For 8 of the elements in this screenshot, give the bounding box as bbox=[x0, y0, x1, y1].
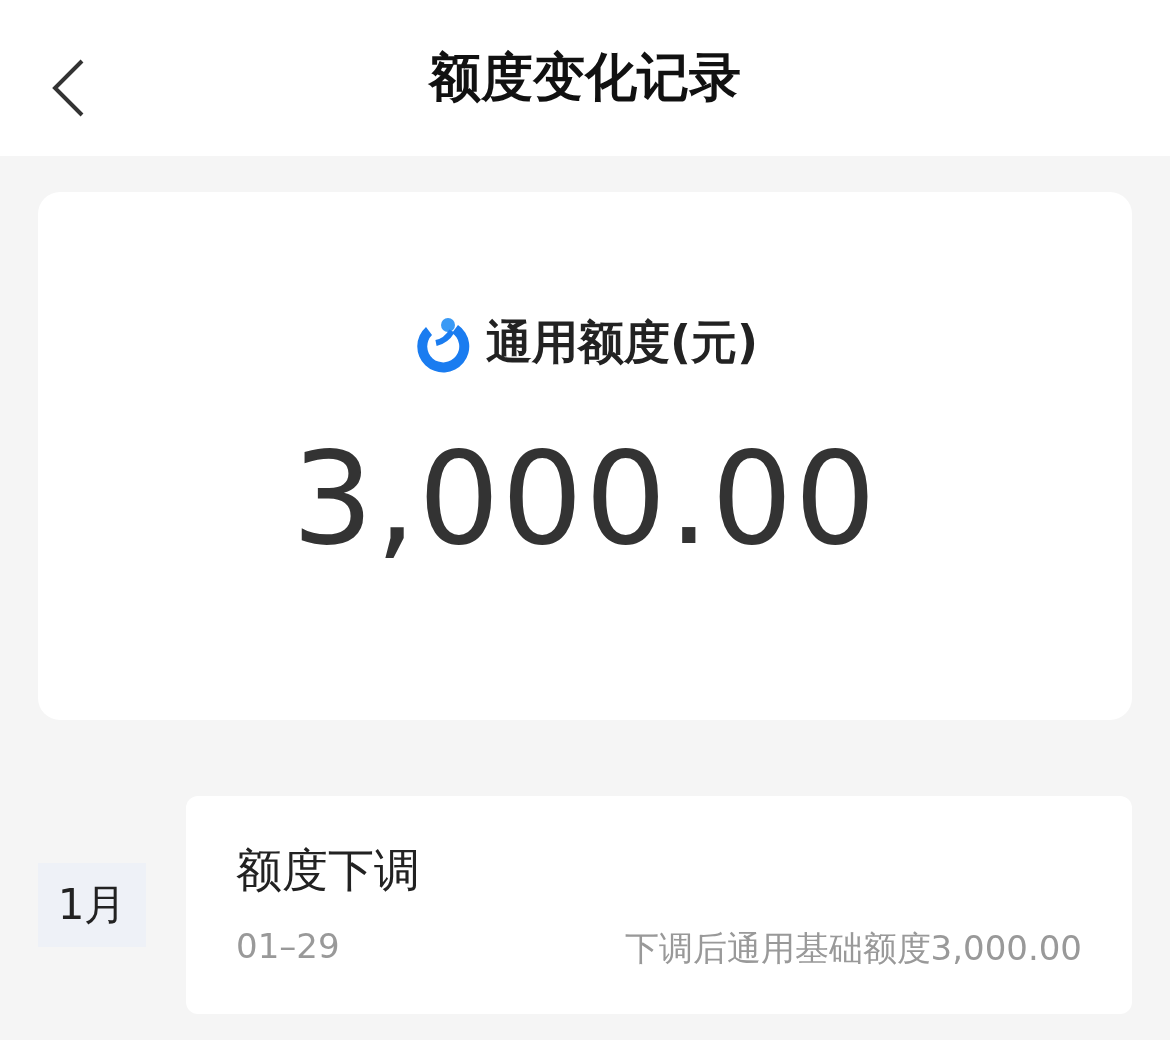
record-detail: 下调后通用基础额度3,000.00 bbox=[624, 927, 1082, 970]
quota-amount: 3,000.00 bbox=[292, 424, 878, 573]
month-label: 1月 bbox=[38, 863, 146, 947]
back-icon bbox=[50, 58, 86, 118]
page-title: 额度变化记录 bbox=[429, 46, 741, 109]
record-title: 额度下调 bbox=[236, 842, 421, 899]
record-date: 01–29 bbox=[236, 926, 340, 968]
quota-label: 通用额度(元) bbox=[485, 314, 758, 371]
